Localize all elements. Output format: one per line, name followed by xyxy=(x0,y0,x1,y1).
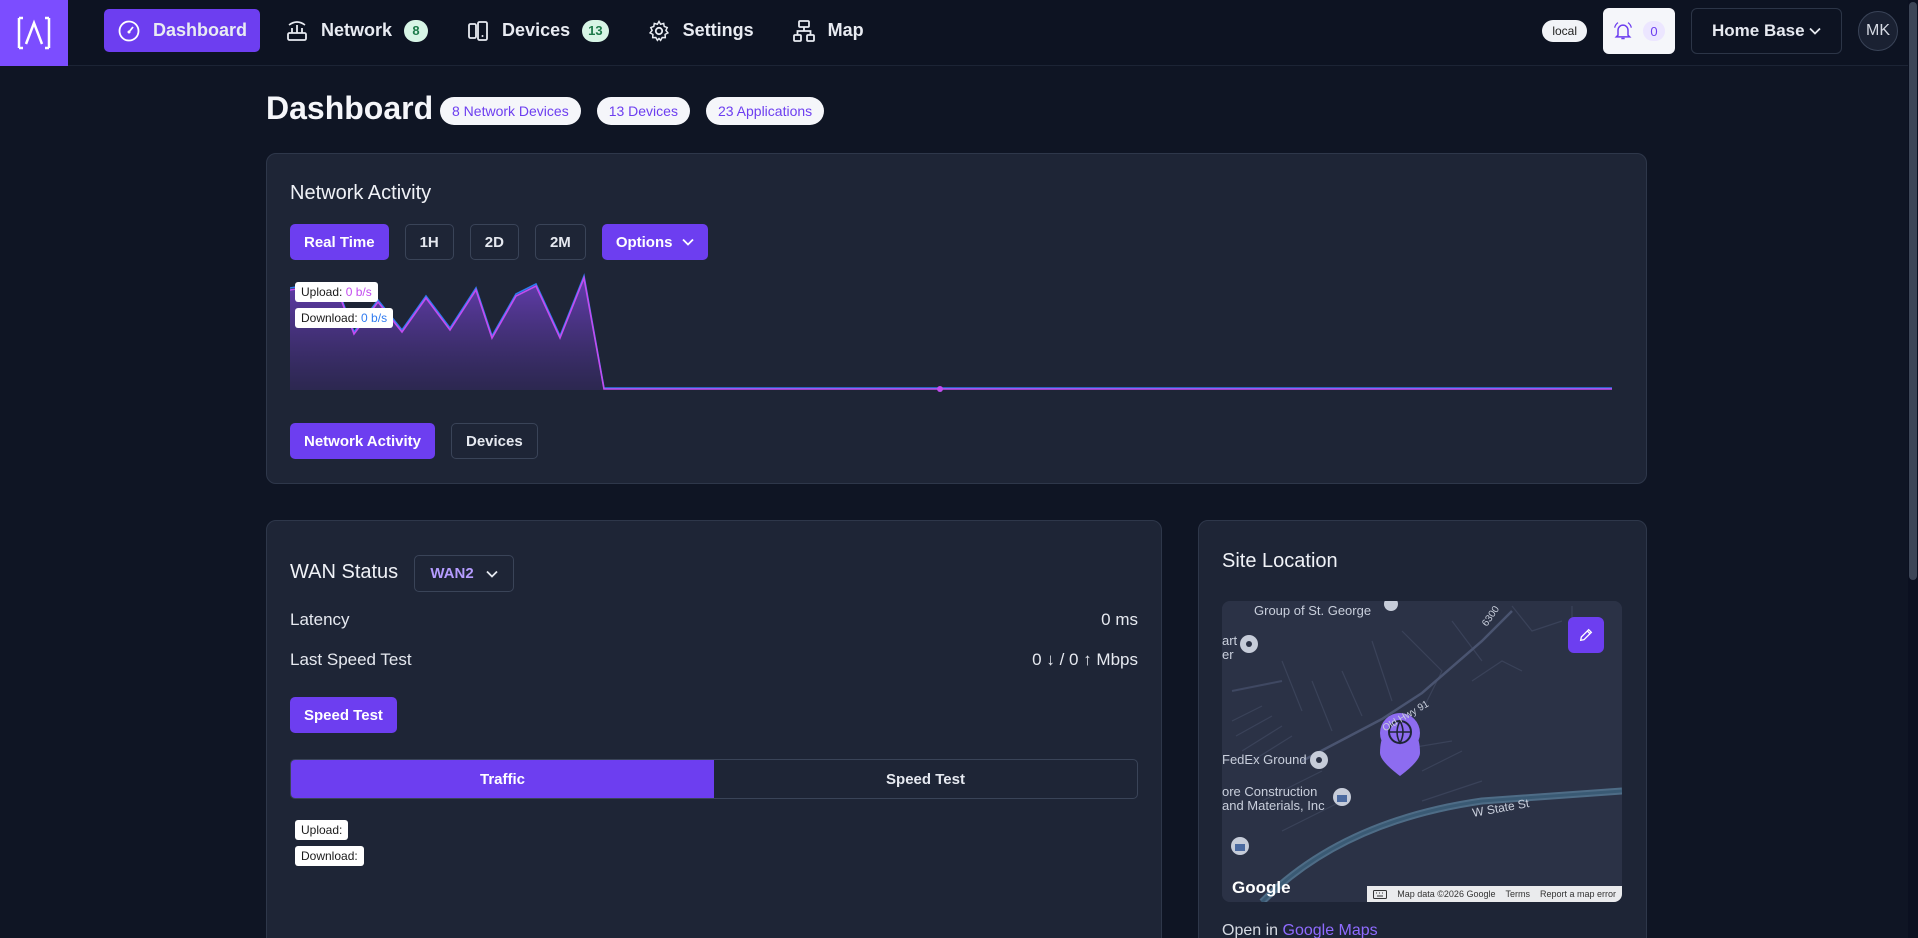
map-report-link[interactable]: Report a map error xyxy=(1540,889,1616,899)
activity-view-tabs: Network Activity Devices xyxy=(290,423,538,459)
tab-traffic[interactable]: Traffic xyxy=(291,760,714,798)
site-map[interactable]: Group of St. George art er 6300 Old Hwy … xyxy=(1222,601,1622,902)
map-place-label-construction-2: and Materials, Inc xyxy=(1222,798,1325,813)
gear-icon xyxy=(648,19,669,42)
top-nav-bar: Dashboard Network 8 Devices 13 Settings … xyxy=(0,0,1908,66)
map-place-label-fedex: FedEx Ground xyxy=(1222,752,1307,767)
nav-network-label: Network xyxy=(321,20,393,40)
wan-upload-tooltip: Upload: xyxy=(295,820,349,840)
latency-row: Latency 0 ms xyxy=(290,610,1138,630)
wan-status-card xyxy=(266,520,1162,938)
main-nav: Dashboard Network 8 Devices 13 Settings … xyxy=(104,9,877,52)
bell-icon xyxy=(1614,22,1632,40)
wan-download-tooltip: Download: xyxy=(295,846,364,866)
pencil-icon xyxy=(1579,628,1593,642)
speed-test-row: Last Speed Test 0 ↓ / 0 ↑ Mbps xyxy=(290,650,1138,670)
google-logo: Google xyxy=(1232,878,1291,897)
nav-devices-label: Devices xyxy=(502,20,571,40)
network-count-badge: 8 xyxy=(404,19,429,42)
download-tooltip: Download: 0 b/s xyxy=(295,308,394,328)
range-2m-button[interactable]: 2M xyxy=(534,224,586,260)
network-devices-pill[interactable]: 8 Network Devices xyxy=(440,97,581,125)
time-range-selector: Real Time 1H 2D 2M Options xyxy=(290,224,709,260)
range-2d-button[interactable]: 2D xyxy=(469,224,519,260)
page-title: Dashboard xyxy=(266,90,434,126)
nav-settings[interactable]: Settings xyxy=(634,9,767,52)
nav-map-label: Map xyxy=(827,20,864,40)
page-scrollbar[interactable] xyxy=(1908,0,1918,938)
logo-icon xyxy=(17,16,51,50)
range-realtime-button[interactable]: Real Time xyxy=(290,224,389,260)
devices-icon xyxy=(468,20,488,41)
options-dropdown[interactable]: Options xyxy=(601,224,709,260)
scrollbar-thumb[interactable] xyxy=(1909,2,1917,580)
upload-tooltip-label: Upload: xyxy=(301,285,343,299)
wan-view-toggle: Traffic Speed Test xyxy=(290,759,1138,799)
summary-pills: 8 Network Devices 13 Devices 23 Applicat… xyxy=(440,97,825,125)
network-activity-chart xyxy=(290,273,1612,392)
chevron-down-icon xyxy=(486,570,498,578)
app-logo[interactable] xyxy=(0,0,68,66)
map-fragment-label-2: er xyxy=(1222,647,1234,662)
tab-network-activity[interactable]: Network Activity xyxy=(290,423,435,459)
user-avatar[interactable]: MK xyxy=(1858,11,1898,51)
edit-location-button[interactable] xyxy=(1568,617,1604,653)
nav-settings-label: Settings xyxy=(682,20,754,40)
gauge-icon xyxy=(118,20,140,41)
latency-label: Latency xyxy=(290,610,350,629)
wan-selector-label: WAN2 xyxy=(430,565,474,582)
chevron-down-icon xyxy=(682,238,695,246)
notifications-count: 0 xyxy=(1643,21,1665,41)
site-location-title: Site Location xyxy=(1222,550,1338,572)
open-in-maps: Open in Google Maps xyxy=(1222,922,1378,938)
open-in-label: Open in xyxy=(1222,922,1279,938)
run-speed-test-button[interactable]: Speed Test xyxy=(290,697,397,733)
upload-tooltip: Upload: 0 b/s xyxy=(295,282,378,302)
latency-value: 0 ms xyxy=(1101,610,1138,629)
devices-pill[interactable]: 13 Devices xyxy=(596,97,690,125)
download-tooltip-label: Download: xyxy=(301,311,358,325)
options-label: Options xyxy=(615,233,673,251)
map-attribution: Map data ©2026 Google Terms Report a map… xyxy=(1367,886,1622,902)
notifications-button[interactable]: 0 xyxy=(1603,8,1675,54)
chart-hover-point xyxy=(937,386,943,392)
speed-test-label: Last Speed Test xyxy=(290,650,412,669)
applications-pill[interactable]: 23 Applications xyxy=(705,97,825,125)
download-tooltip-value: 0 b/s xyxy=(361,311,388,325)
google-maps-link[interactable]: Google Maps xyxy=(1283,922,1378,938)
speed-test-value: 0 ↓ / 0 ↑ Mbps xyxy=(1032,650,1138,669)
top-right-controls: local 0 Home Base MK xyxy=(1542,8,1898,54)
tab-speed-test[interactable]: Speed Test xyxy=(714,760,1137,798)
devices-count-badge: 13 xyxy=(582,19,609,42)
map-place-label-construction-1: ore Construction xyxy=(1222,784,1318,799)
nav-map[interactable]: Map xyxy=(779,9,877,52)
range-1h-button[interactable]: 1H xyxy=(404,224,454,260)
map-data-credit: Map data ©2026 Google xyxy=(1397,889,1496,899)
nav-dashboard-label: Dashboard xyxy=(153,20,248,40)
nav-dashboard[interactable]: Dashboard xyxy=(104,9,261,52)
wan-status-title: WAN Status xyxy=(290,561,399,583)
sitemap-icon xyxy=(792,19,815,42)
map-place-label-1: Group of St. George xyxy=(1254,603,1372,618)
router-icon xyxy=(287,20,307,41)
keyboard-icon[interactable] xyxy=(1373,889,1388,899)
nav-network[interactable]: Network 8 xyxy=(272,9,441,52)
site-selector-label: Home Base xyxy=(1712,21,1805,40)
upload-tooltip-value: 0 b/s xyxy=(345,285,372,299)
wan-selector[interactable]: WAN2 xyxy=(414,555,514,592)
network-activity-title: Network Activity xyxy=(290,182,432,204)
map-fragment-label-1: art xyxy=(1222,633,1238,648)
environment-badge: local xyxy=(1542,20,1587,42)
chevron-down-icon xyxy=(1809,27,1821,35)
site-selector[interactable]: Home Base xyxy=(1691,8,1842,54)
map-terms-link[interactable]: Terms xyxy=(1505,889,1530,899)
tab-devices[interactable]: Devices xyxy=(450,423,538,459)
nav-devices[interactable]: Devices 13 xyxy=(453,9,622,52)
